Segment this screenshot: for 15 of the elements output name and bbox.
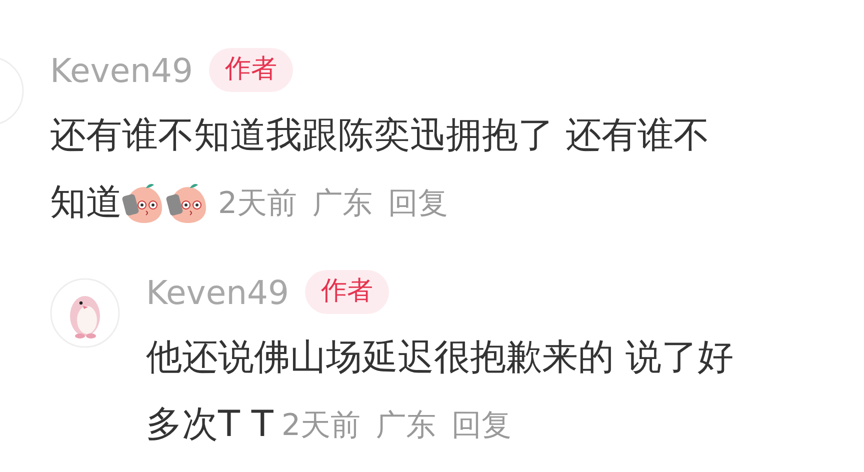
comment-text-line: 知道 xyxy=(50,181,122,225)
author-badge: 作者 xyxy=(209,48,294,92)
comment-text-line: 多次T T xyxy=(146,403,274,447)
reply-link[interactable]: 回复 xyxy=(451,408,512,443)
comment-time: 2天前 xyxy=(281,408,361,443)
comment-location: 广东 xyxy=(376,408,436,443)
comment-text-line: 他还说佛山场延迟很抱歉来的 说了好 xyxy=(146,336,734,380)
penguin-avatar[interactable] xyxy=(50,278,120,348)
comment-time: 2天前 xyxy=(218,186,298,221)
username[interactable]: Keven49 xyxy=(50,50,194,90)
comment-location: 广东 xyxy=(312,186,373,221)
comment-text-line: 还有谁不知道我跟陈奕迅拥抱了 还有谁不 xyxy=(50,114,710,158)
reply-link[interactable]: 回复 xyxy=(388,186,448,221)
username[interactable]: Keven49 xyxy=(146,272,290,312)
author-badge: 作者 xyxy=(305,270,390,314)
